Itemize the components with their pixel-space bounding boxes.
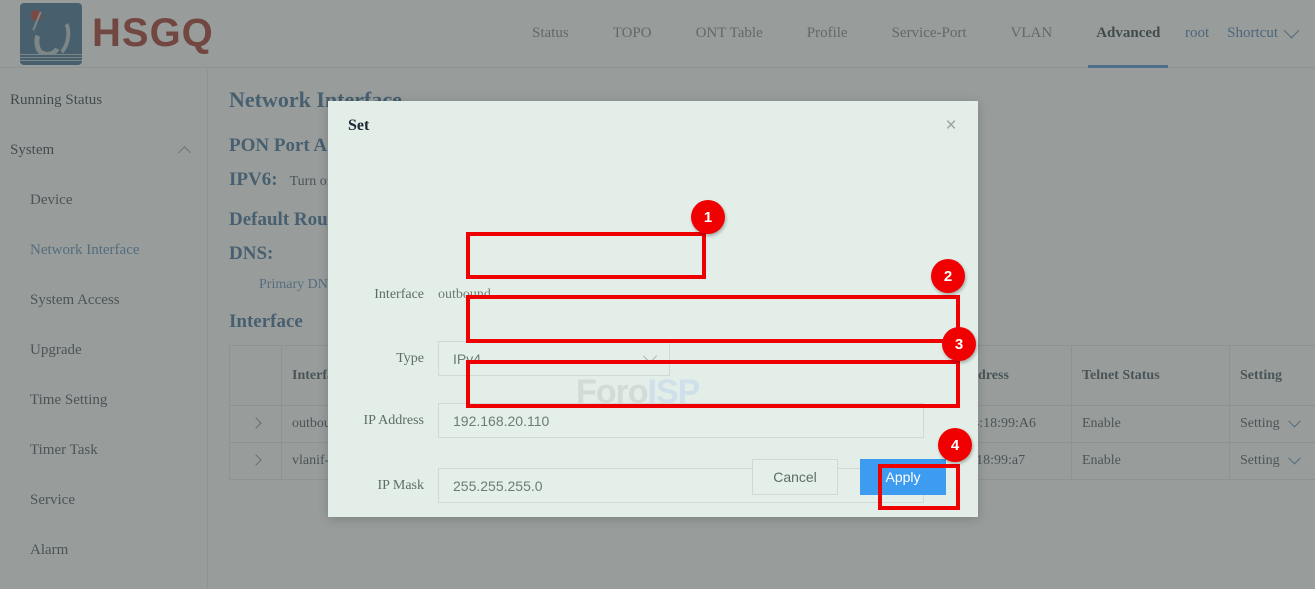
annotation-badge-3: 3 xyxy=(942,327,976,361)
ip-address-input[interactable]: 192.168.20.110 xyxy=(438,403,924,438)
close-icon[interactable]: × xyxy=(940,115,962,137)
ip-address-row: IP Address 192.168.20.110 xyxy=(328,403,978,438)
apply-button[interactable]: Apply xyxy=(860,459,946,495)
type-select-value: IPv4 xyxy=(453,351,481,367)
cancel-button[interactable]: Cancel xyxy=(752,459,838,495)
ip-address-label: IP Address xyxy=(328,413,438,429)
annotation-badge-4: 4 xyxy=(938,428,972,462)
app-root: HSGQ Status TOPO ONT Table Profile Servi… xyxy=(0,0,1315,589)
annotation-badge-2: 2 xyxy=(931,259,965,293)
dialog-actions: Cancel Apply xyxy=(328,459,978,495)
ip-address-value: 192.168.20.110 xyxy=(453,413,549,429)
type-row: Type IPv4 xyxy=(328,341,978,376)
type-select[interactable]: IPv4 xyxy=(438,341,670,376)
set-dialog: Set × ForoISP Interface outbound Type IP… xyxy=(328,101,978,517)
interface-row: Interface outbound xyxy=(328,287,978,303)
type-label: Type xyxy=(328,351,438,367)
chevron-down-icon xyxy=(643,349,657,363)
interface-label: Interface xyxy=(328,287,438,303)
dialog-title: Set xyxy=(348,117,369,135)
interface-value: outbound xyxy=(438,287,491,303)
annotation-badge-1: 1 xyxy=(691,200,725,234)
